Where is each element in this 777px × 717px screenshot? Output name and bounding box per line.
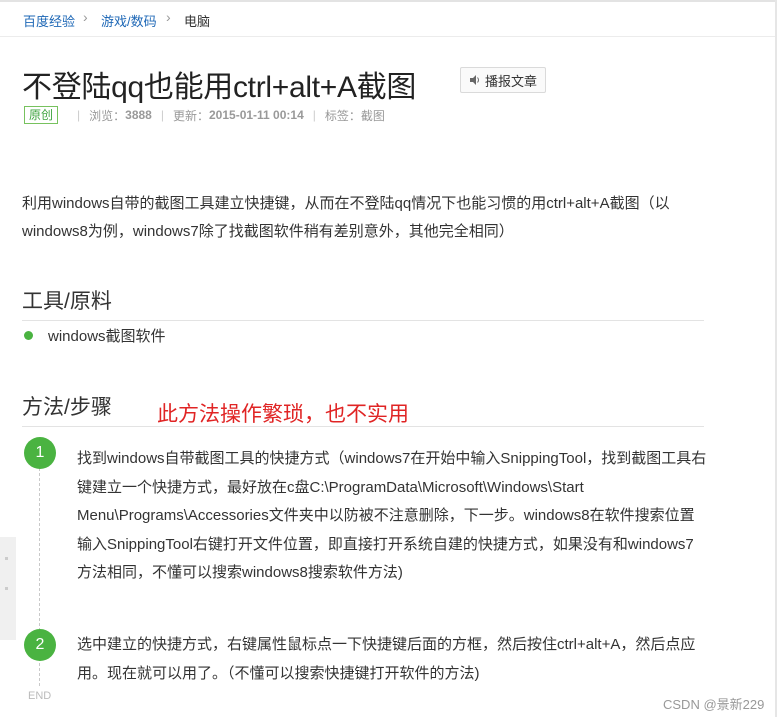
widget-dot-icon: [5, 557, 8, 560]
updated-label: 更新：: [172, 108, 209, 123]
article-intro: 利用windows自带的截图工具建立快捷键，从而在不登陆qq情况下也能习惯的用c…: [22, 195, 670, 240]
tags-label: 标签：: [324, 108, 361, 123]
widget-dot-icon: [5, 587, 8, 590]
report-article-button[interactable]: 播报文章: [460, 67, 546, 93]
bullet-dot-icon: [24, 331, 33, 340]
views-count: 3888: [125, 108, 152, 122]
breadcrumb-category-link[interactable]: 游戏/数码: [101, 11, 157, 30]
breadcrumb: 百度经验 › 游戏/数码 › 电脑: [0, 2, 775, 37]
side-floating-widget[interactable]: [0, 537, 16, 640]
breadcrumb-separator: ›: [166, 9, 171, 25]
meta-divider: |: [77, 108, 81, 122]
step-number-badge: 1: [24, 437, 56, 469]
breadcrumb-current: 电脑: [184, 14, 211, 29]
csdn-watermark: CSDN @景新229: [663, 697, 765, 712]
breadcrumb-separator: ›: [83, 9, 88, 25]
page-title: 不登陆qq也能用ctrl+alt+A截图: [22, 71, 417, 104]
breadcrumb-home-link[interactable]: 百度经验: [23, 11, 75, 30]
step-text: 选中建立的快捷方式，右键属性鼠标点一下快捷键后面的方框，然后按住ctrl+alt…: [77, 636, 696, 682]
tool-name: windows截图软件: [48, 328, 166, 345]
red-annotation: 此方法操作繁琐，也不实用: [157, 403, 409, 426]
end-label: END: [28, 690, 52, 702]
meta-divider: |: [160, 108, 164, 122]
tool-list-item: windows截图软件: [24, 325, 166, 346]
step-text: 找到windows自带截图工具的快捷方式（windows7在开始中输入Snipp…: [77, 450, 707, 581]
meta-divider: |: [312, 108, 316, 122]
original-badge: 原创: [24, 106, 59, 124]
report-article-label: 播报文章: [485, 73, 538, 89]
article-meta: 原创 | 浏览： 3888 | 更新： 2015-01-11 00:14 | 标…: [24, 106, 385, 124]
updated-date: 2015-01-11 00:14: [209, 108, 304, 122]
tools-heading: 工具/原料: [22, 285, 704, 321]
tag-link[interactable]: 截图: [361, 107, 385, 124]
views-label: 浏览：: [89, 108, 126, 123]
step-number-badge: 2: [24, 629, 56, 661]
speaker-icon: [470, 75, 479, 85]
